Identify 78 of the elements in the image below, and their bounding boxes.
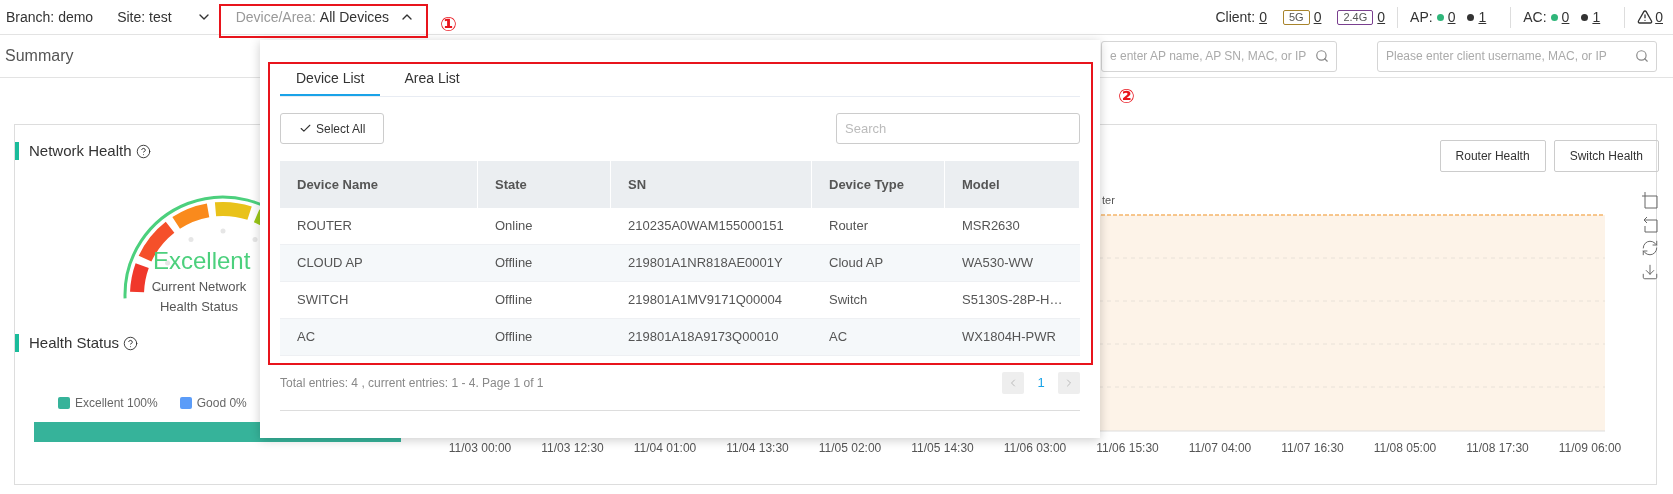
network-health-title: Network Health bbox=[29, 140, 132, 161]
table-cell-text: MSR2630 bbox=[961, 217, 1021, 236]
pagination-summary: Total entries: 4 , current entries: 1 - 4. Page 1 of 1 bbox=[280, 375, 544, 392]
table-cell-text: Offline bbox=[494, 328, 534, 347]
checkmark-icon bbox=[299, 122, 312, 135]
axis-tick-label: 11/03 00:00 bbox=[447, 440, 513, 457]
health-caption: Current Network Health Status bbox=[150, 278, 248, 316]
table-cell-text: WX1804H-PWR bbox=[961, 328, 1057, 347]
alarm-count-link[interactable]: 0 bbox=[1655, 6, 1663, 28]
search-icon[interactable] bbox=[1635, 48, 1649, 63]
band-badge: 2.4G bbox=[1337, 9, 1374, 25]
refresh-icon[interactable] bbox=[1641, 239, 1659, 257]
offline-count-link[interactable]: 1 bbox=[1592, 6, 1601, 28]
table-cell-text: AC bbox=[828, 328, 849, 347]
device-area-selector[interactable]: Device/Area: All Devices bbox=[223, 2, 428, 32]
band-count-link[interactable]: 0 bbox=[1377, 6, 1386, 28]
undo-zoom-icon[interactable] bbox=[1641, 215, 1659, 233]
summary-title: Summary bbox=[5, 46, 74, 66]
online-count-link[interactable]: 0 bbox=[1561, 6, 1570, 28]
download-icon[interactable] bbox=[1641, 263, 1659, 281]
client-search-field[interactable]: Please enter client username, MAC, or IP bbox=[1377, 40, 1657, 72]
annotation-number: ① bbox=[440, 11, 457, 38]
table-cell-text: Online bbox=[494, 217, 534, 236]
axis-tick-label: 11/08 05:00 bbox=[1372, 440, 1438, 457]
table-cell-text: Cloud AP bbox=[828, 254, 885, 273]
axis-tick-label: 11/05 02:00 bbox=[817, 440, 883, 457]
table-cell-text: 219801A1NR818AE0001Y bbox=[627, 254, 784, 273]
table-cell-text: CLOUD AP bbox=[296, 254, 364, 273]
band-count-link[interactable]: 0 bbox=[1313, 6, 1322, 28]
client-count-link[interactable]: 0 bbox=[1259, 6, 1267, 28]
client-label: Client: bbox=[1215, 7, 1256, 27]
table-cell-text: WA530-WW bbox=[961, 254, 1035, 273]
ac-ap-label: AC: bbox=[1523, 7, 1547, 27]
chart-legend-label: ter bbox=[1102, 194, 1115, 206]
help-icon[interactable] bbox=[123, 335, 139, 351]
select-all-button[interactable]: Select All bbox=[280, 113, 385, 144]
table-cell-text: AC bbox=[296, 328, 317, 347]
ap-search-field[interactable]: e enter AP name, AP SN, MAC, or IP bbox=[1101, 40, 1337, 72]
table-cell-text: ROUTER bbox=[296, 217, 353, 236]
online-count-link[interactable]: 0 bbox=[1447, 6, 1456, 28]
axis-tick-label: 11/08 17:30 bbox=[1465, 440, 1530, 457]
axis-tick-label: 11/09 06:00 bbox=[1557, 440, 1623, 457]
warning-icon[interactable] bbox=[1637, 9, 1654, 25]
table-cell-text: 219801A18A9173Q00010 bbox=[627, 328, 780, 347]
branch-label[interactable]: Branch: demo bbox=[6, 6, 94, 28]
table-cell-text: 210235A0WAM155000151 bbox=[627, 217, 785, 236]
axis-tick-label: 11/07 04:00 bbox=[1187, 440, 1253, 457]
health-rating: Excellent bbox=[153, 246, 251, 276]
table-cell-text: S5130S-28P-H… bbox=[961, 291, 1064, 310]
ac-ap-label: AP: bbox=[1410, 7, 1433, 27]
axis-tick-label: 11/06 03:00 bbox=[1002, 440, 1068, 457]
health-toggle-button[interactable]: Switch Health bbox=[1553, 140, 1659, 172]
table-cell-text: Router bbox=[828, 217, 870, 236]
table-cell-text: SWITCH bbox=[296, 291, 350, 310]
axis-tick-label: 11/03 12:30 bbox=[540, 440, 605, 457]
table-cell-text: Switch bbox=[828, 291, 869, 310]
legend-label: Good 0% bbox=[196, 395, 247, 412]
dropdown-tab[interactable]: Device List bbox=[280, 62, 381, 96]
axis-tick-label: 11/04 13:30 bbox=[725, 440, 790, 457]
annotation-number: ② bbox=[1118, 83, 1135, 110]
axis-tick-label: 11/07 16:30 bbox=[1280, 440, 1345, 457]
dropdown-tab[interactable]: Area List bbox=[380, 62, 484, 96]
band-badge: 5G bbox=[1282, 9, 1310, 25]
table-cell-text: Offline bbox=[494, 254, 534, 273]
axis-tick-label: 11/06 15:30 bbox=[1095, 440, 1160, 457]
help-icon[interactable] bbox=[135, 143, 151, 159]
offline-count-link[interactable]: 1 bbox=[1478, 6, 1487, 28]
site-label[interactable]: Site: test bbox=[117, 6, 172, 28]
health-status-title: Health Status bbox=[29, 332, 120, 353]
legend-label: Excellent 100% bbox=[75, 395, 158, 412]
axis-tick-label: 11/05 14:30 bbox=[910, 440, 975, 457]
table-cell-text: 219801A1MV9171Q00004 bbox=[627, 291, 783, 310]
health-toggle-button[interactable]: Router Health bbox=[1439, 140, 1546, 172]
search-icon[interactable] bbox=[1315, 48, 1329, 63]
search-field[interactable]: Search bbox=[836, 113, 1080, 144]
table-cell-text: Offline bbox=[494, 291, 534, 310]
axis-tick-label: 11/04 01:00 bbox=[632, 440, 698, 457]
zoom-area-icon[interactable] bbox=[1641, 191, 1659, 209]
